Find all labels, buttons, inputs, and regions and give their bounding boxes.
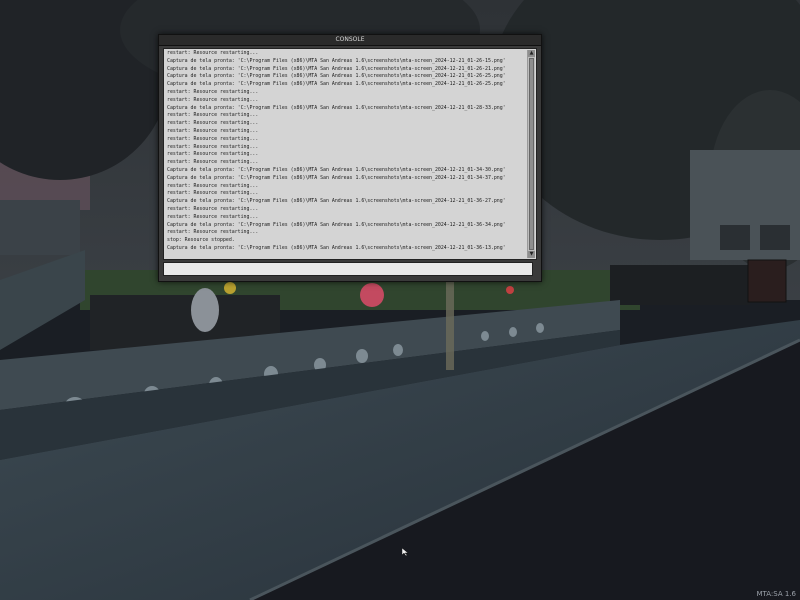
statue	[191, 288, 219, 332]
console-line: stop: Resource stopped.	[167, 237, 235, 244]
console-line: restart: Resource restarting...	[167, 205, 259, 212]
building-left	[0, 200, 80, 255]
fence	[610, 265, 750, 305]
building-window	[760, 225, 790, 250]
console-line: restart: Resource restarting...	[167, 88, 259, 95]
console-line: restart: Resource restarting...	[167, 229, 259, 236]
console-output[interactable]: restart: Resource restarting... Captura d…	[163, 48, 537, 260]
console-line: restart: Resource restarting...	[167, 151, 259, 158]
console-window[interactable]: CONSOLE restart: Resource restarting... C…	[158, 34, 542, 282]
console-line: Captura de tela pronta: 'C:\Program File…	[167, 166, 506, 173]
flowerbed	[360, 283, 384, 307]
console-line: restart: Resource restarting...	[167, 96, 259, 103]
mouse-cursor-icon	[402, 548, 408, 556]
arrow-up-icon[interactable]: ▲	[528, 50, 535, 57]
flowerbed	[506, 286, 514, 294]
console-line: restart: Resource restarting...	[167, 213, 259, 220]
building-window	[720, 225, 750, 250]
flowerbed	[224, 282, 236, 294]
console-line: Captura de tela pronta: 'C:\Program File…	[167, 174, 506, 181]
scrollbar-thumb[interactable]	[529, 58, 534, 250]
console-line: restart: Resource restarting...	[167, 120, 259, 127]
version-label: MTA:SA 1.6	[756, 590, 796, 598]
console-line: restart: Resource restarting...	[167, 112, 259, 119]
console-line: restart: Resource restarting...	[167, 50, 259, 56]
console-line: restart: Resource restarting...	[167, 159, 259, 166]
console-line: Captura de tela pronta: 'C:\Program File…	[167, 221, 506, 228]
console-line: restart: Resource restarting...	[167, 143, 259, 150]
console-line: restart: Resource restarting...	[167, 127, 259, 134]
poster-board	[747, 259, 787, 303]
console-line: Captura de tela pronta: 'C:\Program File…	[167, 244, 506, 251]
console-line: Captura de tela pronta: 'C:\Program File…	[167, 104, 506, 111]
console-line: restart: Resource restarting...	[167, 190, 259, 197]
console-line: restart: Resource restarting...	[167, 182, 259, 189]
console-line: Captura de tela pronta: 'C:\Program File…	[167, 81, 506, 88]
rope-column	[446, 280, 454, 370]
console-line: Captura de tela pronta: 'C:\Program File…	[167, 198, 506, 205]
console-line: Captura de tela pronta: 'C:\Program File…	[167, 65, 506, 72]
console-line: Captura de tela pronta: 'C:\Program File…	[167, 73, 506, 80]
console-title[interactable]: CONSOLE	[159, 35, 541, 46]
console-log: restart: Resource restarting... Captura d…	[167, 50, 526, 253]
arrow-down-icon[interactable]: ▼	[528, 251, 535, 258]
console-line: Captura de tela pronta: 'C:\Program File…	[167, 57, 506, 64]
console-scrollbar[interactable]: ▲ ▼	[527, 50, 535, 258]
console-line: restart: Resource restarting...	[167, 135, 259, 142]
console-input[interactable]	[163, 262, 533, 276]
